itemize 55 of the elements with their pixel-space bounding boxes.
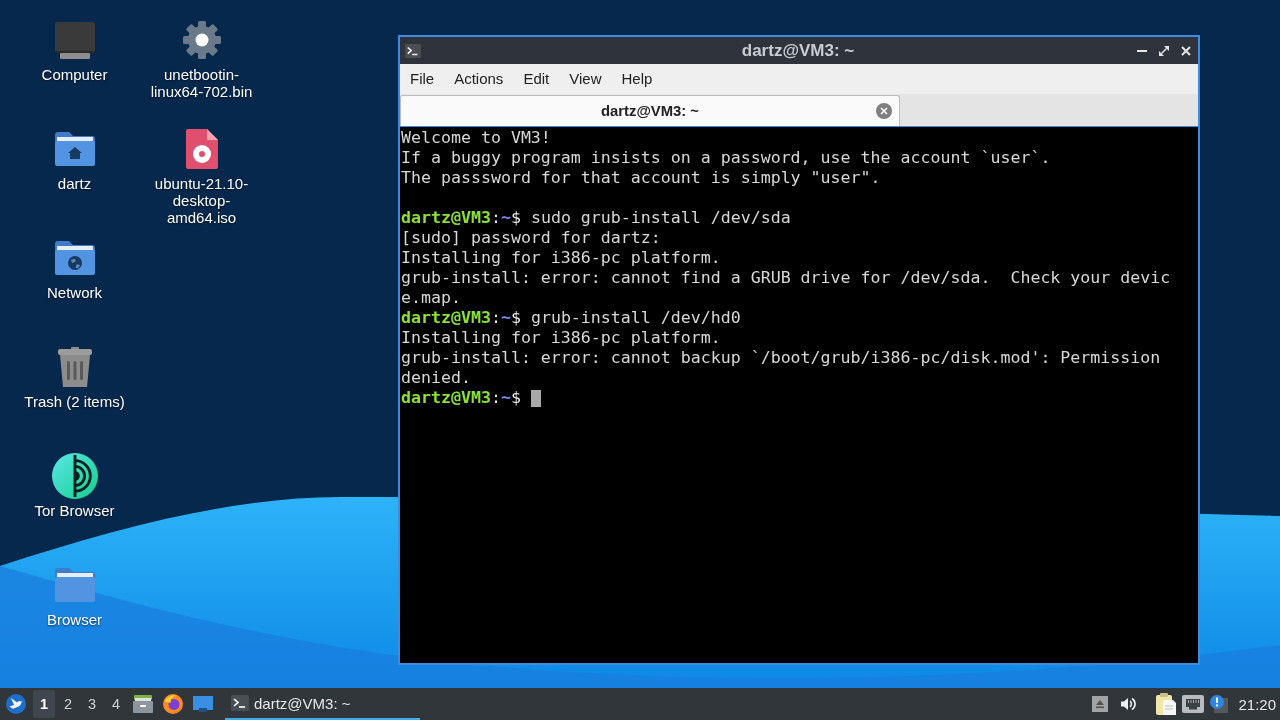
- workspace-button[interactable]: 2: [57, 690, 79, 718]
- workspace-button[interactable]: 1: [33, 690, 55, 718]
- output-line: denied.: [401, 368, 471, 388]
- desktop-icon-label[interactable]: dartz: [57, 175, 92, 192]
- disc-file-icon[interactable]: [185, 129, 218, 169]
- menu-item[interactable]: Edit: [513, 69, 560, 89]
- desktop-icon-label[interactable]: Computer: [41, 66, 108, 83]
- command-line: dartz@VM3:~$ sudo grub-install /dev/sda: [401, 208, 791, 228]
- desktop-icon-label[interactable]: Network: [47, 284, 102, 301]
- menu-item[interactable]: View: [559, 69, 612, 89]
- command-line: dartz@VM3:~$ grub-install /dev/hd0: [401, 308, 741, 328]
- output-line: Installing for i386-pc platform.: [401, 328, 721, 348]
- maximize-icon[interactable]: [1159, 45, 1169, 56]
- menu-item[interactable]: File: [400, 69, 445, 89]
- output-line: grub-install: error: cannot find a GRUB drive for /dev/sda. Check your devic: [401, 268, 1171, 288]
- alert-icon[interactable]: [1210, 695, 1229, 713]
- output-line: Welcome to VM3!: [401, 128, 551, 148]
- output-line: e.map.: [401, 288, 461, 308]
- workspace-button[interactable]: 3: [81, 690, 103, 718]
- output-line: Installing for i386-pc platform.: [401, 248, 721, 268]
- screen-icon[interactable]: [193, 696, 213, 712]
- gear-icon[interactable]: [182, 21, 221, 59]
- folder-icon[interactable]: [54, 568, 95, 602]
- clipboard-icon[interactable]: [1156, 693, 1177, 715]
- terminal-tab[interactable]: dartz@VM3: ~: [400, 95, 900, 126]
- globe-folder-icon[interactable]: [54, 241, 95, 275]
- desktop-icon-label[interactable]: unetbootin-linux64-702.bin: [142, 66, 261, 100]
- task-button[interactable]: dartz@VM3: ~: [225, 688, 420, 720]
- window-title: dartz@VM3: ~: [741, 40, 855, 61]
- clock[interactable]: 21:20: [1238, 695, 1276, 713]
- fox-globe-icon[interactable]: [163, 694, 183, 714]
- trash-icon[interactable]: [56, 347, 93, 387]
- onion-icon[interactable]: [51, 453, 98, 499]
- workspace-button[interactable]: 4: [105, 690, 127, 718]
- output-line: If a buggy program insists on a password, use the account `user`.: [401, 148, 1051, 168]
- eject-icon[interactable]: [1092, 696, 1109, 712]
- monitor-icon[interactable]: [54, 21, 95, 59]
- desktop-icon-label[interactable]: Browser: [47, 611, 102, 628]
- command-line: dartz@VM3:~$: [401, 388, 521, 408]
- desktop-icon-label[interactable]: Tor Browser: [34, 502, 115, 519]
- output-line: The passsword for that account is simply "user".: [401, 168, 881, 188]
- terminal-icon: [231, 695, 249, 711]
- bird-logo-icon[interactable]: [6, 694, 26, 714]
- desktop-icon-label[interactable]: Trash (2 items): [24, 393, 125, 410]
- menu-item[interactable]: Help: [611, 69, 663, 89]
- output-line: [sudo] password for dartz:: [401, 228, 661, 248]
- menu-item[interactable]: Actions: [444, 69, 514, 89]
- output-line: grub-install: error: cannot backup `/boot/grub/i386-pc/disk.mod': Permission: [401, 348, 1161, 368]
- desktop-icon-label[interactable]: ubuntu-21.10-desktop-amd64.iso: [142, 175, 261, 226]
- volume-icon[interactable]: [1120, 696, 1137, 712]
- home-folder-icon[interactable]: [54, 132, 95, 166]
- terminal-icon: [405, 43, 421, 58]
- file-drawer-icon[interactable]: [133, 695, 153, 713]
- ethernet-icon[interactable]: [1182, 695, 1205, 713]
- close-icon[interactable]: [1181, 45, 1191, 56]
